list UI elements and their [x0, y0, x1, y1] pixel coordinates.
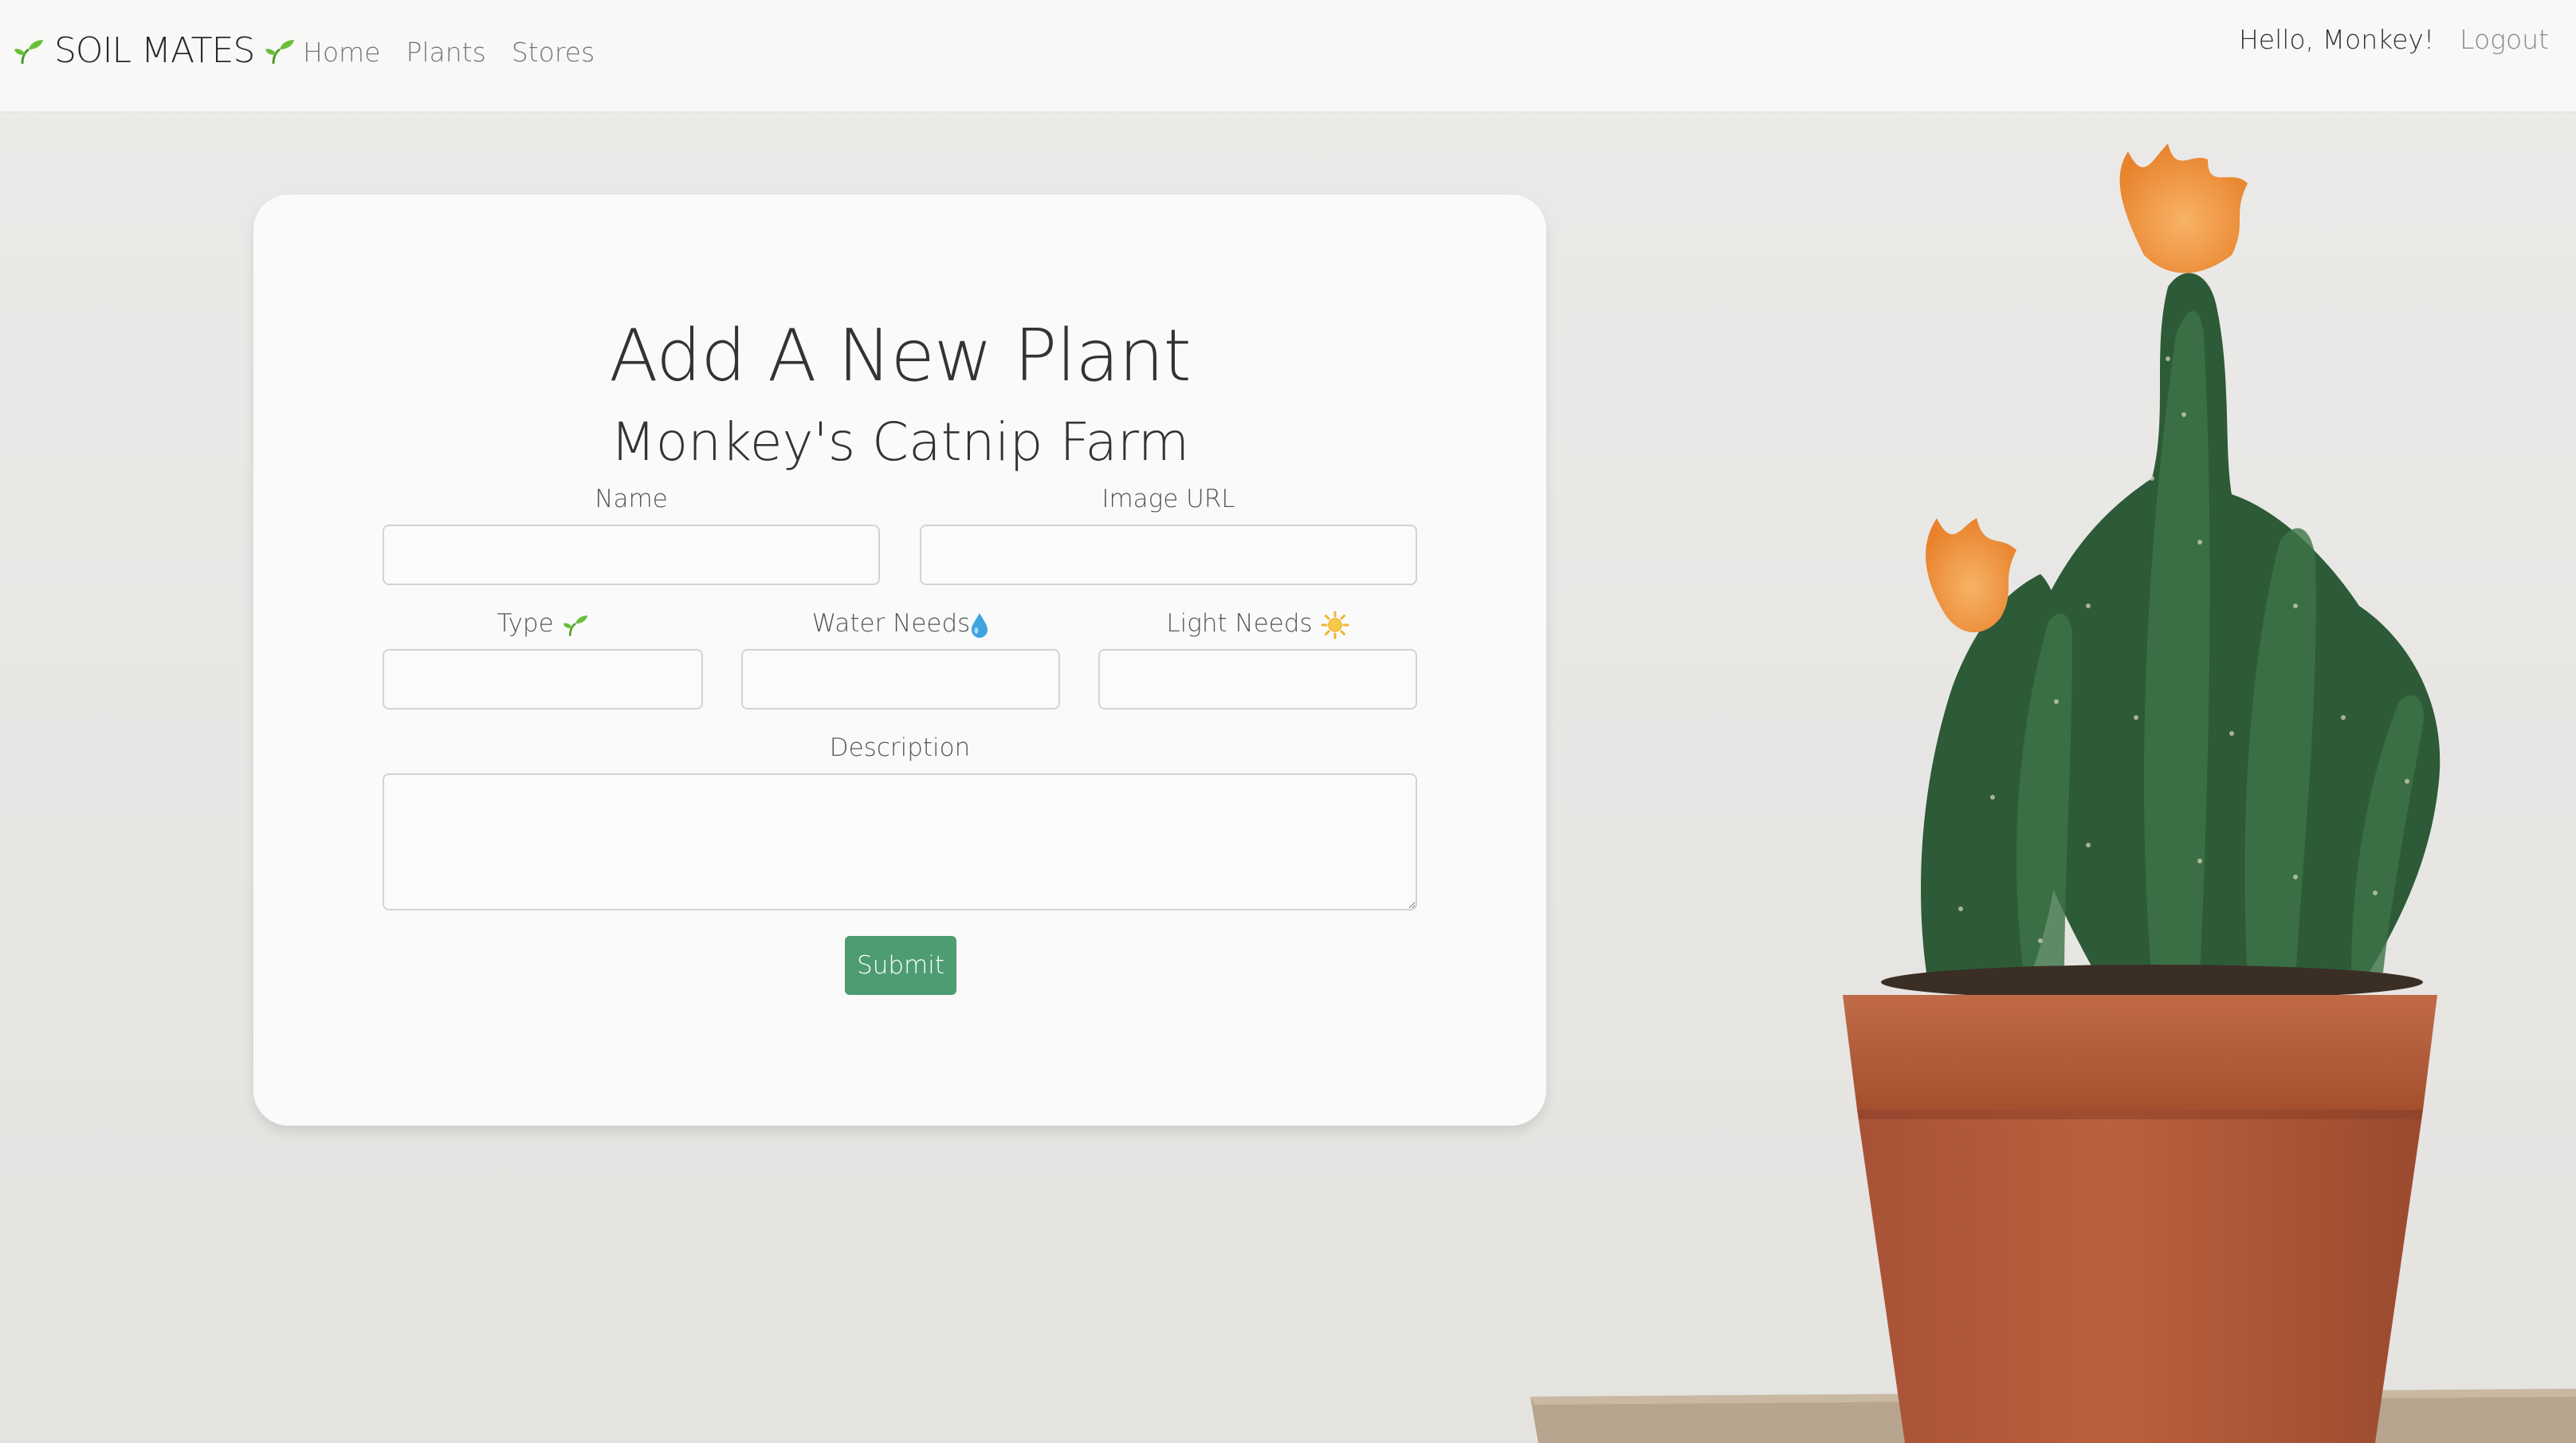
- sprout-icon: [265, 39, 295, 64]
- nav-link-plants[interactable]: Plants: [406, 37, 485, 68]
- store-name-subtitle: Monkey's Catnip Farm: [610, 411, 1190, 473]
- page-title: Add A New Plant: [609, 314, 1192, 398]
- user-greeting: Hello, Monkey!: [2238, 24, 2435, 55]
- nav-links: Home Plants Stores: [303, 37, 595, 68]
- light-needs-label-text: Light Needs: [1166, 609, 1313, 638]
- light-needs-label: Light Needs: [1098, 609, 1417, 639]
- brand-name: SOIL MATES: [54, 30, 255, 71]
- description-label: Description: [383, 733, 1417, 762]
- top-navbar: SOIL MATES Home Plants Stores Hello, Mon…: [0, 0, 2576, 112]
- image-url-label-text: Image URL: [1101, 485, 1235, 513]
- submit-button[interactable]: Submit: [845, 936, 956, 995]
- logout-link[interactable]: Logout: [2460, 24, 2549, 55]
- image-url-input[interactable]: [920, 525, 1417, 585]
- name-input[interactable]: [383, 525, 880, 585]
- sprout-icon: [14, 39, 43, 64]
- sun-icon: [1321, 611, 1349, 639]
- water-needs-input[interactable]: [741, 649, 1060, 710]
- brand-logo-link[interactable]: SOIL MATES: [13, 30, 296, 71]
- sprout-icon: [563, 615, 587, 636]
- nav-link-home[interactable]: Home: [303, 37, 380, 68]
- light-needs-input[interactable]: [1098, 649, 1417, 710]
- type-label-text: Type: [497, 609, 554, 638]
- image-url-label: Image URL: [920, 485, 1417, 513]
- nav-link-stores[interactable]: Stores: [512, 37, 595, 68]
- water-needs-label-text: Water Needs: [811, 609, 971, 638]
- nav-user-area: Hello, Monkey! Logout: [2239, 24, 2549, 55]
- description-label-text: Description: [829, 733, 971, 762]
- water-drop-icon: [972, 612, 988, 638]
- name-label: Name: [383, 485, 880, 513]
- description-textarea[interactable]: [383, 773, 1417, 910]
- water-needs-label: Water Needs: [741, 609, 1060, 639]
- add-plant-card: Add A New Plant Monkey's Catnip Farm Nam…: [253, 195, 1546, 1126]
- type-label: Type: [383, 609, 703, 639]
- type-input[interactable]: [383, 649, 703, 710]
- name-label-text: Name: [595, 485, 668, 513]
